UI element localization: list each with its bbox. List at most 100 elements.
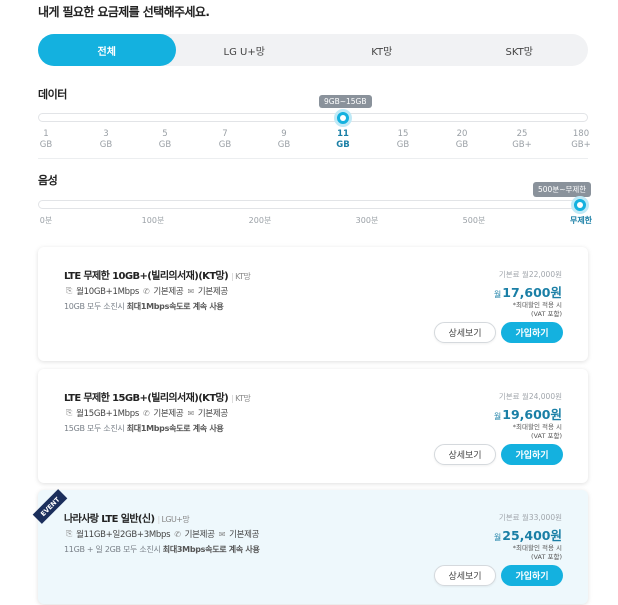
plan-note-prefix: 15GB 모두 소진시 [64,424,127,433]
plan-title: 나라사랑 LTE 일반(신) [64,514,155,525]
plan-carrier: KT망 [231,272,251,281]
price-note: *최대할인 적용 시 (VAT 포함) [513,423,562,441]
sale-price: 월25,400원 [494,525,562,544]
plan-note-bold: 최대1Mbps속도로 계속 사용 [126,302,224,311]
plan-features: ⎘ 월11GB+일2GB+3Mbps ✆ 기본제공 ✉ 기본제공 [64,528,260,540]
tick-number: 25 [516,129,528,139]
plan-features: ⎘ 월10GB+1Mbps ✆ 기본제공 ✉ 기본제공 [64,285,228,297]
sale-price: 월19,600원 [494,404,562,423]
plan-note: 11GB + 일 2GB 모두 소진시 최대3Mbps속도로 계속 사용 [64,544,260,555]
voice-slider-handle[interactable] [571,196,589,214]
voice-tick-0[interactable]: 0분 [26,215,66,226]
plan-carrier: KT망 [231,394,251,403]
data-tick-3[interactable]: 7 GB [210,129,240,151]
join-button[interactable]: 가입하기 [501,322,563,343]
event-badge: EVENT [32,489,68,524]
price-note-line1: *최대할인 적용 시 [512,544,562,552]
tick-number: 180 [572,129,590,139]
tick-unit: GB [39,140,53,150]
message-icon: ✉ [187,286,194,296]
plan-note: 10GB 모두 소진시 최대1Mbps속도로 계속 사용 [64,301,224,312]
tick-unit: GB [218,140,232,150]
plan-sms: 기본제공 [197,287,228,297]
plan-note: 15GB 모두 소진시 최대1Mbps속도로 계속 사용 [64,423,224,434]
tick-unit: GB+ [571,140,591,150]
page-title: 내게 필요한 요금제를 선택해주세요. [38,5,210,19]
data-tick-1[interactable]: 3 GB [91,129,121,151]
join-button[interactable]: 가입하기 [501,444,563,465]
plan-title: LTE 무제한 10GB+(빌리의서재)(KT망) [64,271,229,282]
sale-price-value: 17,600원 [502,285,562,300]
data-icon: ⎘ [66,529,73,538]
base-price: 기본료 월22,000원 [498,270,562,279]
divider [38,158,588,159]
data-tick-5[interactable]: 11 GB [328,129,358,151]
plan-title: LTE 무제한 15GB+(빌리의서재)(KT망) [64,393,229,404]
tab-kt[interactable]: KT망 [313,34,451,66]
tick-number: 1 [43,129,49,139]
sale-price-prefix: 월 [493,412,502,421]
plan-voice: 기본제공 [153,287,184,297]
voice-tick-5[interactable]: 500분 [454,215,494,226]
tick-number: 7 [222,129,228,139]
price-note-line1: *최대할인 적용 시 [512,301,562,309]
data-tick-0[interactable]: 1 GB [31,129,61,151]
sale-price-prefix: 월 [493,290,502,299]
plan-note-prefix: 10GB 모두 소진시 [64,302,127,311]
sale-price: 월17,600원 [494,282,562,301]
sale-price-prefix: 월 [493,533,502,542]
data-range-bubble: 9GB~15GB [319,95,372,108]
join-button[interactable]: 가입하기 [501,565,563,586]
price-note: *최대할인 적용 시 (VAT 포함) [513,301,562,319]
data-filter-label: 데이터 [38,88,67,101]
tick-number: 20 [456,129,468,139]
plan-note-prefix: 11GB + 일 2GB 모두 소진시 [64,545,163,554]
tick-number: 15 [397,129,409,139]
sale-price-value: 25,400원 [502,528,562,543]
data-slider-handle[interactable] [334,109,352,127]
tick-unit: GB [158,140,172,150]
data-tick-2[interactable]: 5 GB [150,129,180,151]
data-icon: ⎘ [66,408,73,417]
plan-name: 나라사랑 LTE 일반(신)LGU+망 [64,510,190,525]
price-note: *최대할인 적용 시 (VAT 포함) [513,544,562,562]
detail-button[interactable]: 상세보기 [434,322,496,343]
phone-icon: ✆ [142,286,150,296]
tick-number: 9 [281,129,287,139]
plan-voice: 기본제공 [153,409,184,419]
tick-number: 11 [337,129,349,139]
voice-tick-1[interactable]: 100분 [133,215,173,226]
voice-tick-6[interactable]: 무제한 [561,215,601,226]
detail-button[interactable]: 상세보기 [434,444,496,465]
plan-sms: 기본제공 [229,530,260,540]
sale-price-value: 19,600원 [502,407,562,422]
message-icon: ✉ [218,529,226,539]
tab-lgu[interactable]: LG U+망 [176,34,314,66]
data-tick-6[interactable]: 15 GB [388,129,418,151]
tick-number: 3 [103,129,109,139]
data-slider-track[interactable] [38,113,588,122]
voice-tick-3[interactable]: 300분 [347,215,387,226]
message-icon: ✉ [187,408,194,418]
tab-all[interactable]: 전체 [38,34,176,66]
phone-icon: ✆ [142,408,150,418]
detail-button[interactable]: 상세보기 [434,565,496,586]
voice-slider-track[interactable] [38,200,588,209]
tick-unit: GB [396,140,410,150]
voice-tick-2[interactable]: 200분 [240,215,280,226]
plan-name: LTE 무제한 10GB+(빌리의서재)(KT망)KT망 [64,267,251,282]
plan-name: LTE 무제한 15GB+(빌리의서재)(KT망)KT망 [64,389,251,404]
data-tick-9[interactable]: 180 GB+ [566,129,596,151]
plan-card[interactable]: LTE 무제한 15GB+(빌리의서재)(KT망)KT망⎘월15GB+1Mbps… [38,369,588,483]
plan-card[interactable]: LTE 무제한 10GB+(빌리의서재)(KT망)KT망⎘월10GB+1Mbps… [38,247,588,361]
plan-card[interactable]: EVENT나라사랑 LTE 일반(신)LGU+망 ⎘월11GB+일2GB+3Mbp… [32,489,588,604]
data-tick-8[interactable]: 25 GB+ [507,129,537,151]
price-note-line2: (VAT 포함) [530,553,562,561]
tab-skt[interactable]: SKT망 [451,34,589,66]
plan-features: ⎘ 월15GB+1Mbps ✆ 기본제공 ✉ 기본제공 [64,407,228,419]
data-tick-4[interactable]: 9 GB [269,129,299,151]
price-note-line2: (VAT 포함) [530,432,562,440]
voice-range-bubble: 500분~무제한 [533,182,592,197]
phone-icon: ✆ [174,529,181,539]
data-tick-7[interactable]: 20 GB [447,129,477,151]
